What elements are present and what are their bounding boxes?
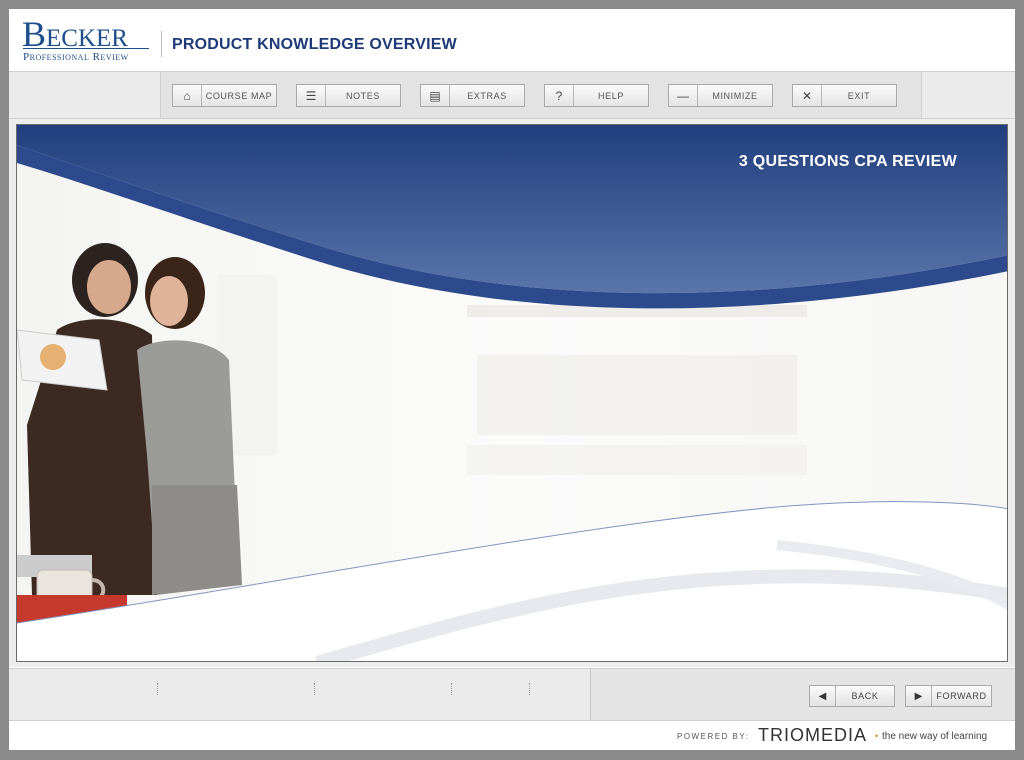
footer-nav: ◀ BACK ▶ FORWARD bbox=[9, 668, 1015, 720]
header: Becker Professional Review PRODUCT KNOWL… bbox=[9, 9, 1015, 71]
progress-panel bbox=[9, 669, 591, 720]
course-map-button[interactable]: ⌂ COURSE MAP bbox=[172, 84, 277, 107]
powered-by-bar: POWERED BY: TRIOMEDIA • the new way of l… bbox=[9, 720, 1015, 750]
close-icon: ✕ bbox=[793, 85, 822, 106]
slide-artwork bbox=[17, 125, 1007, 661]
logo-rule bbox=[23, 48, 149, 49]
tagline: the new way of learning bbox=[882, 731, 988, 742]
minimize-label: MINIMIZE bbox=[712, 90, 758, 101]
notes-button[interactable]: ☰ NOTES bbox=[296, 84, 401, 107]
exit-label: EXIT bbox=[847, 90, 871, 101]
help-label: HELP bbox=[598, 90, 624, 101]
extras-button[interactable]: ▤ EXTRAS bbox=[420, 84, 525, 107]
forward-arrow-icon: ▶ bbox=[906, 686, 932, 706]
content-area: 3 QUESTIONS CPA REVIEW bbox=[9, 119, 1015, 667]
slide-stage: 3 QUESTIONS CPA REVIEW bbox=[16, 124, 1008, 662]
page-title: PRODUCT KNOWLEDGE OVERVIEW bbox=[172, 36, 457, 53]
minimize-button[interactable]: — MINIMIZE bbox=[668, 84, 773, 107]
exit-button[interactable]: ✕ EXIT bbox=[792, 84, 897, 107]
progress-marker bbox=[157, 683, 158, 695]
back-label: BACK bbox=[851, 691, 879, 701]
notes-icon: ☰ bbox=[297, 85, 326, 106]
header-divider bbox=[161, 31, 162, 57]
minimize-icon: — bbox=[669, 85, 698, 106]
becker-logo-subtitle: Professional Review bbox=[23, 51, 129, 63]
progress-marker bbox=[314, 683, 315, 695]
powered-by-label: POWERED BY: bbox=[677, 732, 750, 741]
toolbar-right-panel bbox=[921, 72, 1015, 118]
notes-label: NOTES bbox=[345, 90, 380, 101]
course-map-label: COURSE MAP bbox=[205, 90, 273, 101]
extras-icon: ▤ bbox=[421, 85, 450, 106]
back-button[interactable]: ◀ BACK bbox=[809, 685, 895, 707]
back-arrow-icon: ◀ bbox=[810, 686, 836, 706]
progress-marker bbox=[529, 683, 530, 695]
progress-marker bbox=[451, 683, 452, 695]
extras-label: EXTRAS bbox=[467, 90, 507, 101]
toolbar-left-panel bbox=[9, 72, 161, 118]
home-icon: ⌂ bbox=[173, 85, 202, 106]
help-button[interactable]: ? HELP bbox=[544, 84, 649, 107]
slide-title: 3 QUESTIONS CPA REVIEW bbox=[738, 153, 957, 170]
app-window: Becker Professional Review PRODUCT KNOWL… bbox=[9, 9, 1015, 750]
toolbar: ⌂ COURSE MAP ☰ NOTES ▤ EXTRAS ? HELP — M… bbox=[9, 71, 1015, 119]
triomedia-logo: TRIOMEDIA bbox=[758, 725, 868, 745]
forward-button[interactable]: ▶ FORWARD bbox=[905, 685, 992, 707]
brand-dot: • bbox=[875, 731, 879, 741]
forward-label: FORWARD bbox=[936, 691, 987, 701]
help-icon: ? bbox=[545, 85, 574, 106]
